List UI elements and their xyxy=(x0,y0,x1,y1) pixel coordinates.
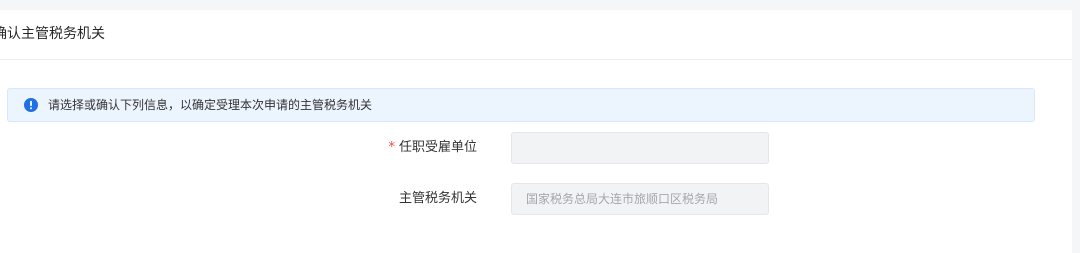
form-row-tax-authority: 主管税务机关 国家税务总局大连市旅顺口区税务局 xyxy=(0,183,1072,215)
notice-text: 请选择或确认下列信息，以确定受理本次申请的主管税务机关 xyxy=(48,98,373,112)
employer-label: * 任职受雇单位 xyxy=(388,139,477,157)
info-notice: 请选择或确认下列信息，以确定受理本次申请的主管税务机关 xyxy=(7,88,1035,122)
form-row-employer: * 任职受雇单位 xyxy=(0,132,1072,164)
tax-authority-label: 主管税务机关 xyxy=(398,191,477,206)
required-mark: * xyxy=(388,140,395,155)
info-icon xyxy=(24,98,38,112)
employer-label-text: 任职受雇单位 xyxy=(398,140,477,155)
page-title: 确认主管税务机关 xyxy=(0,26,105,42)
confirm-tax-authority-card: 确认主管税务机关 请选择或确认下列信息，以确定受理本次申请的主管税务机关 * 任职… xyxy=(0,10,1072,253)
employer-field[interactable] xyxy=(511,132,769,164)
card-header: 确认主管税务机关 xyxy=(0,10,1072,60)
tax-authority-field[interactable]: 国家税务总局大连市旅顺口区税务局 xyxy=(511,183,769,215)
